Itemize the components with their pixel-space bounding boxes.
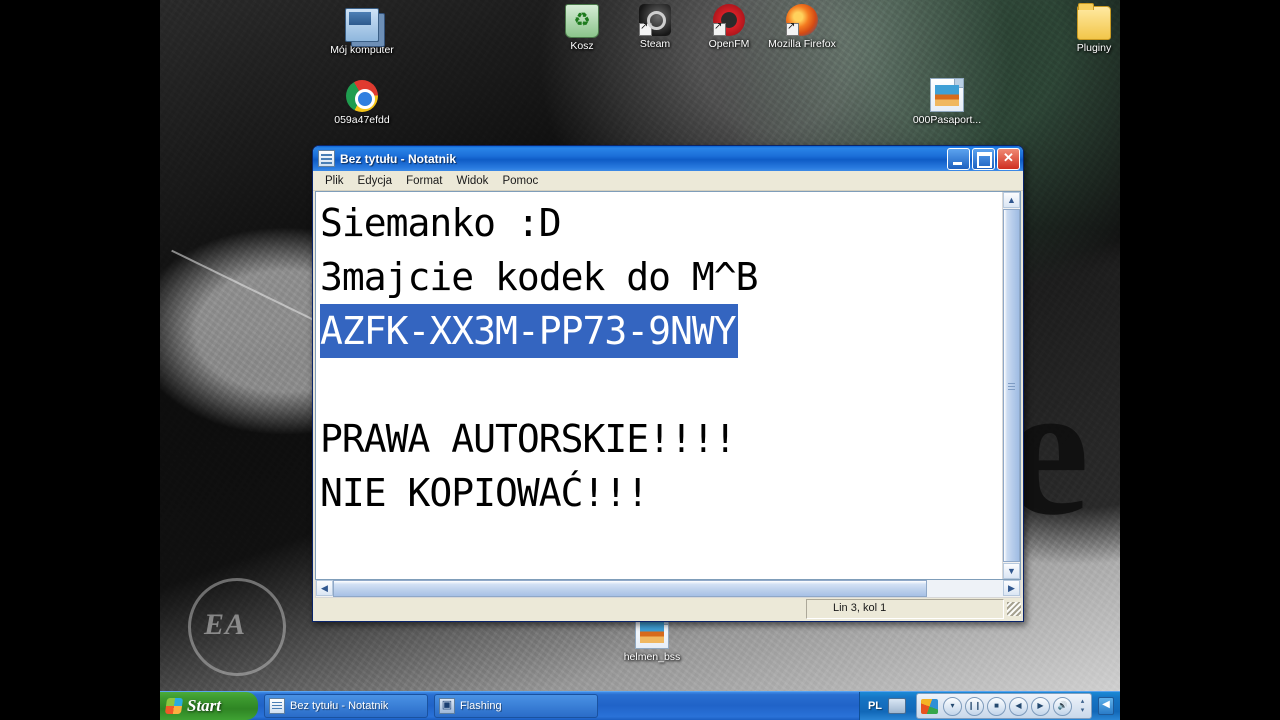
desktop-icon-6[interactable]: 059a47efdd <box>325 80 399 126</box>
desktop-icon-0[interactable]: Mój komputer <box>325 8 399 56</box>
windows-media-player-icon <box>921 698 938 714</box>
volume-icon[interactable]: 🔊 <box>1053 696 1072 716</box>
notepad-statusbar: Lin 3, kol 1 <box>313 598 1023 621</box>
desktop-icon-label: Steam <box>639 38 671 50</box>
desktop-icon-label: Kosz <box>570 40 594 52</box>
text-run: 3majcie kodek do M^B <box>320 255 759 299</box>
chevron-up-icon[interactable]: ▲ <box>1003 192 1020 208</box>
desktop-icon-3[interactable]: OpenFM <box>692 4 766 50</box>
selected-text: AZFK-XX3M-PP73-9NWY <box>320 304 738 358</box>
system-tray: PL ▾ ❙❙ ■ ◀ ▶ 🔊 ▴ ▾ ◀ <box>858 692 1120 720</box>
taskbar-item-label: Bez tytułu - Notatnik <box>290 700 389 712</box>
previous-icon[interactable]: ◀ <box>1009 696 1028 716</box>
maximize-button[interactable] <box>972 148 995 170</box>
text-line-6: NIE KOPIOWAĆ!!! <box>320 466 1000 520</box>
notepad-title: Bez tytułu - Notatnik <box>340 151 456 166</box>
minimize-button[interactable] <box>947 148 970 170</box>
wallpaper-logo-text: EA <box>204 608 247 641</box>
notepad-titlebar[interactable]: Bez tytułu - Notatnik <box>313 146 1023 171</box>
taskbar-task-list: Bez tytułu - Notatnik Flashing <box>258 694 598 718</box>
desktop-icon-label: Mozilla Firefox <box>768 38 836 50</box>
recycle-bin-icon <box>565 4 599 38</box>
video-frame: e EA Mój komputerKoszSteamOpenFMMozilla … <box>160 0 1120 720</box>
chevron-down-icon[interactable]: ▼ <box>1003 563 1020 579</box>
shortcut-overlay-icon <box>713 21 726 36</box>
vertical-scrollbar[interactable]: ▲ ▼ <box>1002 192 1020 579</box>
menu-item-plik[interactable]: Plik <box>318 174 351 188</box>
folder-icon <box>1077 3 1111 40</box>
language-indicator[interactable]: PL <box>868 700 882 712</box>
text-line-2: 3majcie kodek do M^B <box>320 250 1000 304</box>
cursor-position-status: Lin 3, kol 1 <box>806 598 1004 619</box>
seek-bar-icon[interactable]: ▾ <box>943 696 962 716</box>
horizontal-scrollbar[interactable]: ◀ ▶ <box>315 580 1021 598</box>
steam-icon <box>639 4 671 36</box>
taskbar-item-1[interactable]: Flashing <box>434 694 598 718</box>
taskbar-item-0[interactable]: Bez tytułu - Notatnik <box>264 694 428 718</box>
shortcut-overlay-icon <box>786 21 799 36</box>
taskbar: Start Bez tytułu - Notatnik Flashing PL ▾… <box>160 691 1120 720</box>
windows-flag-icon <box>164 698 184 714</box>
text-line-3: AZFK-XX3M-PP73-9NWY <box>320 304 1000 358</box>
text-run: NIE KOPIOWAĆ!!! <box>320 471 649 515</box>
image-file-icon <box>930 78 964 112</box>
text-run: PRAWA AUTORSKIE!!!! <box>320 417 737 461</box>
desktop-icon-label: 059a47efdd <box>334 114 390 126</box>
taskbar-item-label: Flashing <box>460 700 502 712</box>
desktop-icon-label: 000Pasaport... <box>912 114 982 126</box>
letterbox-right <box>1120 0 1280 720</box>
menu-item-widok[interactable]: Widok <box>449 174 495 188</box>
text-run: Siemanko :D <box>320 201 562 245</box>
desktop-icon-11[interactable]: helmen_bss <box>615 615 689 663</box>
shortcut-overlay-icon <box>639 21 652 36</box>
notepad-icon <box>318 150 335 167</box>
desktop-icon-label: helmen_bss <box>623 651 681 663</box>
desktop-icon-5[interactable]: Pluginy <box>1057 3 1120 54</box>
text-line-1: Siemanko :D <box>320 196 1000 250</box>
show-hidden-icons-icon[interactable]: ◀ <box>1098 697 1114 715</box>
desktop-icon-4[interactable]: Mozilla Firefox <box>765 4 839 50</box>
deskband-grip[interactable]: ▴ ▾ <box>1078 698 1087 714</box>
openfm-icon <box>713 4 745 36</box>
notepad-edit-area[interactable]: Siemanko :D 3majcie kodek do M^B AZFK-XX3M… <box>315 191 1021 580</box>
chevron-left-icon[interactable]: ◀ <box>316 580 333 596</box>
vertical-scroll-thumb[interactable] <box>1003 209 1020 562</box>
network-icon[interactable] <box>888 698 906 714</box>
stop-icon[interactable]: ■ <box>987 696 1006 716</box>
notepad-text[interactable]: Siemanko :D 3majcie kodek do M^B AZFK-XX3M… <box>316 192 1002 579</box>
horizontal-scroll-thumb[interactable] <box>333 580 927 597</box>
resize-grip[interactable] <box>1007 601 1021 616</box>
media-player-deskband[interactable]: ▾ ❙❙ ■ ◀ ▶ 🔊 ▴ ▾ <box>916 693 1092 719</box>
desktop-icon-1[interactable]: Kosz <box>545 4 619 52</box>
desktop-icon-7[interactable]: 000Pasaport... <box>910 78 984 126</box>
menu-item-pomoc[interactable]: Pomoc <box>495 174 545 188</box>
desktop-icon-label: Mój komputer <box>330 44 394 56</box>
desktop-icon-label: OpenFM <box>708 38 750 50</box>
menu-item-format[interactable]: Format <box>399 174 449 188</box>
letterbox-left <box>0 0 160 720</box>
horizontal-scroll-track[interactable] <box>927 580 1003 597</box>
pause-icon[interactable]: ❙❙ <box>965 696 984 716</box>
chevron-right-icon[interactable]: ▶ <box>1003 580 1020 596</box>
flashing-app-icon <box>439 698 455 714</box>
text-line-5: PRAWA AUTORSKIE!!!! <box>320 412 1000 466</box>
screen-root: e EA Mój komputerKoszSteamOpenFMMozilla … <box>0 0 1280 720</box>
notepad-icon <box>269 698 285 714</box>
media-file-icon <box>346 80 378 112</box>
next-icon[interactable]: ▶ <box>1031 696 1050 716</box>
window-controls <box>947 148 1020 170</box>
close-button[interactable] <box>997 148 1020 170</box>
desktop-icon-label: Pluginy <box>1076 42 1112 54</box>
text-run <box>320 363 342 407</box>
text-line-4 <box>320 358 1000 412</box>
start-button[interactable]: Start <box>160 692 258 720</box>
notepad-window[interactable]: Bez tytułu - Notatnik PlikEdycjaFormatWi… <box>312 145 1024 622</box>
menu-item-edycja[interactable]: Edycja <box>351 174 400 188</box>
notepad-menubar: Plik Edycja Format Widok Pomoc <box>313 171 1023 191</box>
my-computer-icon <box>345 8 379 42</box>
firefox-icon <box>786 4 818 36</box>
start-label: Start <box>187 696 222 715</box>
desktop-icon-2[interactable]: Steam <box>618 4 692 50</box>
